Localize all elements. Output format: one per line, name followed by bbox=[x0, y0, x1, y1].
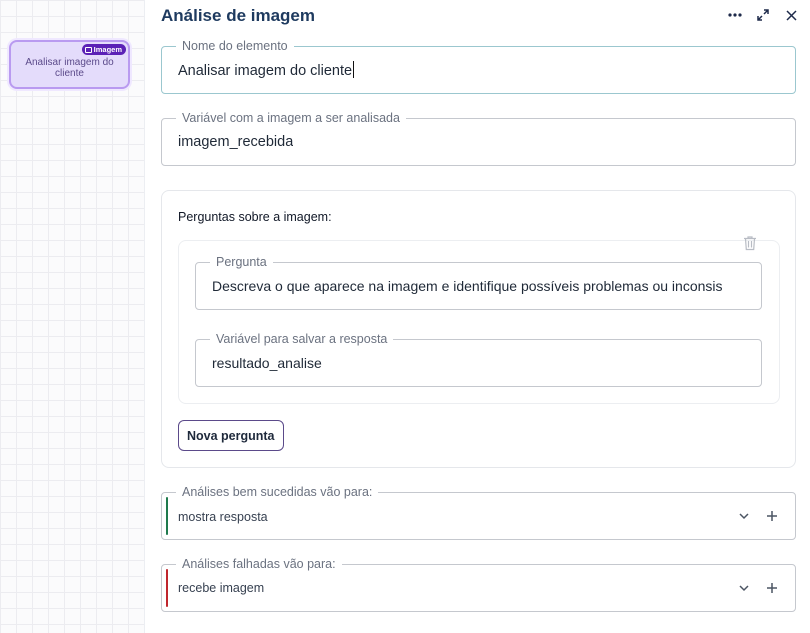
success-route-select[interactable]: Análises bem sucedidas vão para: mostra … bbox=[161, 485, 796, 540]
new-question-button[interactable]: Nova pergunta bbox=[178, 420, 284, 451]
failure-route-select[interactable]: Análises falhadas vão para: recebe image… bbox=[161, 557, 796, 612]
expand-button[interactable] bbox=[754, 6, 772, 24]
panel-title: Análise de imagem bbox=[161, 6, 316, 25]
success-route-legend: Análises bem sucedidas vão para: bbox=[176, 485, 379, 499]
more-dots-icon bbox=[728, 13, 742, 17]
chevron-down-icon[interactable] bbox=[737, 581, 751, 595]
node-badge-label: Imagem bbox=[93, 45, 122, 54]
element-name-value: Analisar imagem do cliente bbox=[178, 63, 353, 79]
failure-indicator bbox=[166, 569, 168, 607]
element-name-field[interactable]: Nome do elemento Analisar imagem do clie… bbox=[161, 39, 796, 94]
image-variable-legend: Variável com a imagem a ser analisada bbox=[176, 111, 406, 125]
questions-card: Perguntas sobre a imagem: Pergunta Descr… bbox=[161, 190, 796, 468]
success-route-value: mostra resposta bbox=[178, 510, 268, 524]
answer-variable-field[interactable]: Variável para salvar a resposta resultad… bbox=[195, 332, 762, 387]
image-icon bbox=[84, 46, 92, 53]
element-name-legend: Nome do elemento bbox=[176, 39, 294, 53]
panel-header-actions bbox=[726, 6, 800, 24]
failure-route-value: recebe imagem bbox=[178, 581, 265, 595]
chevron-down-icon[interactable] bbox=[737, 509, 751, 523]
expand-icon bbox=[757, 9, 769, 21]
questions-title: Perguntas sobre a imagem: bbox=[178, 210, 332, 224]
image-variable-field[interactable]: Variável com a imagem a ser analisada im… bbox=[161, 111, 796, 166]
flow-canvas[interactable]: Imagem Analisar imagem do cliente bbox=[0, 0, 145, 633]
flow-node-analisar-imagem[interactable]: Imagem Analisar imagem do cliente bbox=[9, 40, 130, 89]
close-button[interactable] bbox=[782, 6, 800, 24]
properties-panel: Análise de imagem Nome do elemento Anali… bbox=[145, 0, 810, 633]
plus-icon[interactable] bbox=[765, 509, 779, 523]
answer-variable-legend: Variável para salvar a resposta bbox=[210, 332, 394, 346]
success-indicator bbox=[166, 497, 168, 535]
node-label: Analisar imagem do cliente bbox=[25, 56, 114, 79]
question-item: Pergunta Descreva o que aparece na image… bbox=[178, 236, 780, 404]
question-value: Descreva o que aparece na imagem e ident… bbox=[212, 278, 723, 294]
node-type-badge: Imagem bbox=[81, 44, 126, 55]
more-options-button[interactable] bbox=[726, 6, 744, 24]
close-icon bbox=[785, 9, 797, 21]
question-legend: Pergunta bbox=[210, 255, 273, 269]
image-variable-value: imagem_recebida bbox=[178, 134, 294, 150]
trash-icon[interactable] bbox=[743, 235, 757, 251]
question-field[interactable]: Pergunta Descreva o que aparece na image… bbox=[195, 255, 762, 310]
answer-variable-value: resultado_analise bbox=[212, 355, 322, 371]
plus-icon[interactable] bbox=[765, 581, 779, 595]
text-caret bbox=[353, 61, 355, 78]
failure-route-legend: Análises falhadas vão para: bbox=[176, 557, 342, 571]
